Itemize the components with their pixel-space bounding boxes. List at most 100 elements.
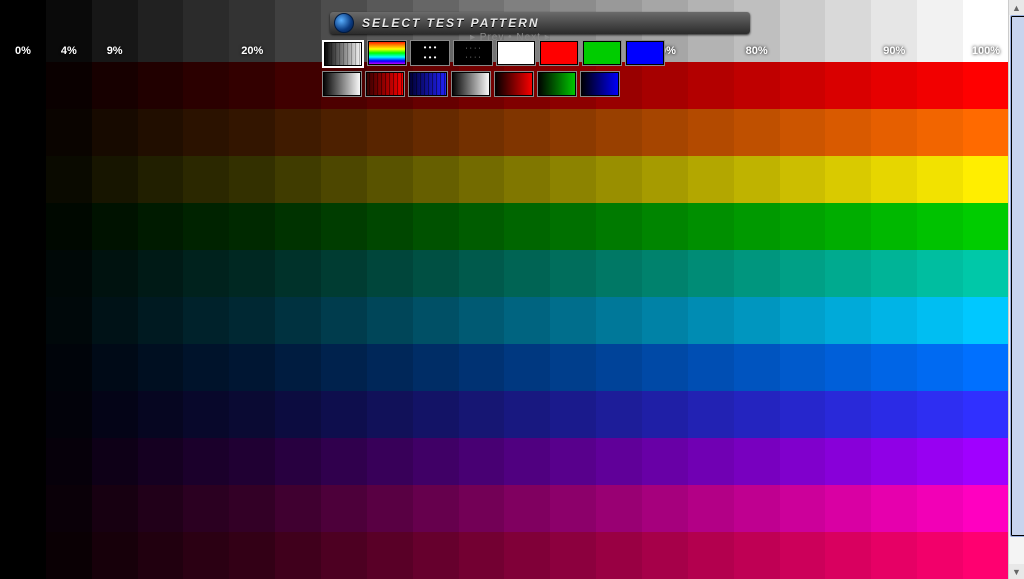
grid-cell	[642, 109, 688, 156]
pattern-red[interactable]	[539, 40, 579, 66]
grid-cell	[0, 62, 46, 109]
grid-cell	[413, 485, 459, 532]
grid-cell	[321, 532, 367, 579]
grid-cell	[229, 344, 275, 391]
grid-cell	[0, 532, 46, 579]
grid-cell	[229, 485, 275, 532]
grid-cell	[413, 203, 459, 250]
grid-cell	[92, 156, 138, 203]
grid-cell	[550, 438, 596, 485]
pattern-dots[interactable]	[410, 40, 450, 66]
grid-cell	[275, 297, 321, 344]
pattern-white[interactable]	[496, 40, 536, 66]
grid-cell	[138, 532, 184, 579]
grid-cell	[0, 297, 46, 344]
scroll-up-arrow-icon[interactable]: ▲	[1009, 0, 1024, 15]
grid-cell	[734, 156, 780, 203]
grid-cell	[138, 250, 184, 297]
grid-cell	[459, 391, 505, 438]
pattern-red-gradient[interactable]	[494, 71, 534, 97]
grid-cell	[183, 250, 229, 297]
pattern-hue[interactable]	[367, 40, 407, 66]
grid-cell	[871, 203, 917, 250]
grid-cell	[46, 297, 92, 344]
grid-cell	[688, 532, 734, 579]
grid-cell	[413, 250, 459, 297]
grid-cell	[0, 391, 46, 438]
vertical-scrollbar[interactable]: ▲ ▼	[1008, 0, 1024, 579]
grid-cell	[780, 109, 826, 156]
grid-cell	[550, 532, 596, 579]
grid-cell	[688, 156, 734, 203]
grid-cell	[963, 485, 1009, 532]
grid-cell	[321, 109, 367, 156]
grid-cell	[275, 438, 321, 485]
grid-cell	[138, 344, 184, 391]
grid-cell	[275, 250, 321, 297]
gray-cell	[138, 0, 184, 62]
pattern-green-gradient[interactable]	[537, 71, 577, 97]
grid-cell	[92, 250, 138, 297]
grid-cell	[183, 203, 229, 250]
grid-cell	[688, 344, 734, 391]
pattern-thumbnails	[322, 40, 665, 97]
grid-cell	[734, 250, 780, 297]
pattern-blue[interactable]	[625, 40, 665, 66]
pattern-green[interactable]	[582, 40, 622, 66]
grid-cell	[734, 62, 780, 109]
grid-cell	[46, 156, 92, 203]
grid-cell	[229, 297, 275, 344]
scroll-down-arrow-icon[interactable]: ▼	[1009, 564, 1024, 579]
gray-cell	[92, 0, 138, 62]
scroll-thumb[interactable]	[1010, 15, 1024, 537]
grid-cell	[504, 438, 550, 485]
grid-cell	[367, 391, 413, 438]
grid-cell	[413, 344, 459, 391]
grid-cell	[459, 203, 505, 250]
grid-cell	[734, 532, 780, 579]
grid-cell	[825, 485, 871, 532]
grid-cell	[825, 109, 871, 156]
grid-cell	[596, 156, 642, 203]
gray-cell	[229, 0, 275, 62]
grid-cell	[825, 391, 871, 438]
grid-cell	[917, 156, 963, 203]
grid-cell	[92, 391, 138, 438]
grid-cell	[550, 250, 596, 297]
grid-cell	[825, 250, 871, 297]
pattern-gray-gradient[interactable]	[322, 71, 362, 97]
grid-cell	[138, 62, 184, 109]
grid-cell	[0, 250, 46, 297]
grid-cell	[642, 438, 688, 485]
grid-cell	[917, 532, 963, 579]
pattern-gray-bars[interactable]	[322, 40, 364, 68]
gray-cell	[275, 0, 321, 62]
grid-cell	[92, 203, 138, 250]
grid-cell	[780, 485, 826, 532]
pattern-bw-gradient[interactable]	[451, 71, 491, 97]
grid-cell	[780, 62, 826, 109]
pattern-blue-bars[interactable]	[408, 71, 448, 97]
grid-cell	[183, 485, 229, 532]
grid-cell	[550, 156, 596, 203]
grid-cell	[183, 391, 229, 438]
grid-cell	[871, 532, 917, 579]
grid-cell	[550, 203, 596, 250]
pattern-dots-fine[interactable]	[453, 40, 493, 66]
selector-title: SELECT TEST PATTERN	[362, 16, 540, 30]
grid-cell	[46, 438, 92, 485]
pattern-red-bars[interactable]	[365, 71, 405, 97]
grid-cell	[780, 156, 826, 203]
grid-cell	[321, 344, 367, 391]
grid-cell	[321, 485, 367, 532]
grid-cell	[688, 438, 734, 485]
grid-cell	[229, 62, 275, 109]
pattern-blue-gradient[interactable]	[580, 71, 620, 97]
grid-cell	[321, 203, 367, 250]
grid-cell	[780, 344, 826, 391]
grid-cell	[138, 109, 184, 156]
grid-row-orange	[0, 109, 1009, 156]
pattern-selector-bar[interactable]: SELECT TEST PATTERN	[330, 12, 750, 34]
grid-cell	[550, 344, 596, 391]
grid-cell	[46, 532, 92, 579]
